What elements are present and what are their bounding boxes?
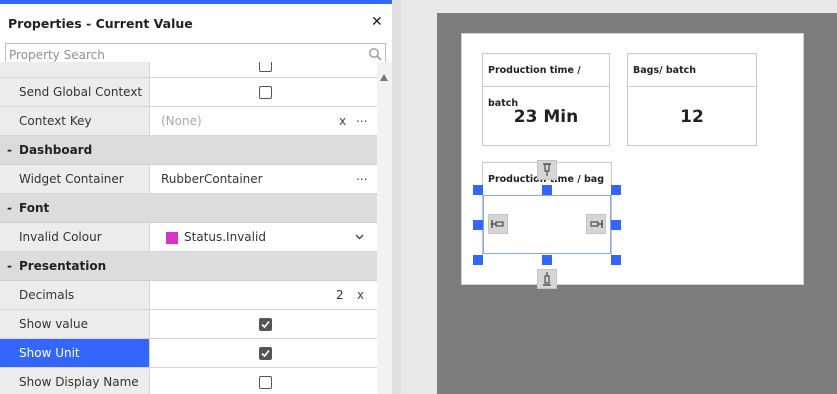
- property-name: Show Display Name: [0, 368, 150, 394]
- clear-button[interactable]: x: [339, 107, 346, 135]
- property-value: [151, 339, 377, 367]
- property-grid: Send Global Context Context Key (None) x…: [0, 62, 377, 394]
- show-value-checkbox[interactable]: [259, 318, 272, 331]
- anchor-right-icon[interactable]: [586, 214, 606, 234]
- property-name: Show value: [0, 310, 150, 338]
- resize-handle-s[interactable]: [542, 255, 552, 265]
- anchor-bottom-icon[interactable]: [537, 269, 557, 289]
- resize-handle-nw[interactable]: [473, 185, 483, 195]
- property-name: Widget Container: [0, 165, 150, 193]
- context-key-value: (None): [161, 114, 202, 128]
- panel-title: Properties - Current Value: [8, 16, 193, 31]
- scroll-up-icon[interactable]: [380, 74, 388, 81]
- property-value[interactable]: RubberContainer ...: [151, 165, 377, 193]
- tile-header: Bags/ batch: [628, 54, 756, 87]
- property-value[interactable]: Status.Invalid: [151, 223, 377, 251]
- panel-accent-bar: [0, 0, 392, 4]
- property-name: [0, 62, 150, 77]
- clear-button[interactable]: x: [357, 281, 364, 309]
- property-name: Invalid Colour: [0, 223, 150, 251]
- property-name: Context Key: [0, 107, 150, 135]
- close-icon[interactable]: ✕: [371, 14, 383, 30]
- property-row-invalid-colour[interactable]: Invalid Colour Status.Invalid: [0, 223, 377, 252]
- property-name: Decimals: [0, 281, 150, 309]
- section-label: Presentation: [19, 259, 107, 273]
- property-name: Send Global Context: [0, 78, 150, 106]
- property-row-context-key[interactable]: Context Key (None) x ...: [0, 107, 377, 136]
- widget-tile[interactable]: Bags/ batch 12: [627, 53, 757, 146]
- check-icon: [261, 349, 270, 358]
- tile-value: 23 Min: [513, 107, 579, 127]
- collapse-icon[interactable]: -: [7, 252, 12, 280]
- collapse-icon[interactable]: -: [7, 136, 12, 164]
- property-value: [151, 62, 377, 77]
- search-icon[interactable]: [368, 47, 382, 61]
- collapse-icon[interactable]: -: [7, 194, 12, 222]
- property-row-widget-container[interactable]: Widget Container RubberContainer ...: [0, 165, 377, 194]
- resize-handle-sw[interactable]: [473, 255, 483, 265]
- more-button[interactable]: ...: [356, 104, 367, 132]
- property-name: Show Unit: [0, 339, 150, 367]
- property-value[interactable]: 2 x: [151, 281, 377, 309]
- resize-handle-w[interactable]: [473, 220, 483, 230]
- check-icon: [261, 320, 270, 329]
- property-value: [151, 368, 377, 394]
- widget-tile[interactable]: Production time / batch 23 Min: [482, 53, 610, 146]
- resize-handle-ne[interactable]: [611, 185, 621, 195]
- property-row-show-display-name[interactable]: Show Display Name: [0, 368, 377, 394]
- panel-divider[interactable]: [392, 0, 401, 394]
- property-row-decimals[interactable]: Decimals 2 x: [0, 281, 377, 310]
- anchor-top-icon[interactable]: [537, 160, 557, 180]
- property-value[interactable]: (None) x ...: [151, 107, 377, 135]
- decimals-value[interactable]: 2: [336, 281, 344, 309]
- property-row-send-global-context[interactable]: Send Global Context: [0, 78, 377, 107]
- widget-container-value: RubberContainer: [161, 172, 263, 186]
- resize-handle-e[interactable]: [611, 220, 621, 230]
- color-swatch: [166, 232, 178, 244]
- property-search[interactable]: [5, 43, 386, 65]
- show-display-name-checkbox[interactable]: [259, 376, 272, 389]
- properties-panel: Properties - Current Value ✕ Send Global…: [0, 0, 392, 394]
- resize-handle-n[interactable]: [542, 185, 552, 195]
- property-value: [151, 310, 377, 338]
- section-label: Font: [19, 201, 50, 215]
- section-font[interactable]: - Font: [0, 194, 377, 223]
- send-global-context-checkbox[interactable]: [259, 86, 272, 99]
- chevron-down-icon[interactable]: [355, 234, 364, 240]
- section-dashboard[interactable]: - Dashboard: [0, 136, 377, 165]
- app-window: Properties - Current Value ✕ Send Global…: [0, 0, 837, 394]
- property-row-partial: [0, 62, 377, 78]
- tile-header: Production time / batch: [483, 54, 609, 109]
- show-unit-checkbox[interactable]: [259, 347, 272, 360]
- resize-handle-se[interactable]: [611, 255, 621, 265]
- section-label: Dashboard: [19, 143, 93, 157]
- invalid-colour-value: Status.Invalid: [184, 230, 266, 244]
- anchor-left-icon[interactable]: [488, 214, 508, 234]
- tile-value: 12: [680, 107, 704, 127]
- property-value: [151, 78, 377, 106]
- property-row-show-unit[interactable]: Show Unit: [0, 339, 377, 368]
- checkbox[interactable]: [259, 62, 272, 72]
- more-button[interactable]: ...: [356, 162, 367, 190]
- section-presentation[interactable]: - Presentation: [0, 252, 377, 281]
- property-row-show-value[interactable]: Show value: [0, 310, 377, 339]
- scrollbar[interactable]: [377, 62, 392, 394]
